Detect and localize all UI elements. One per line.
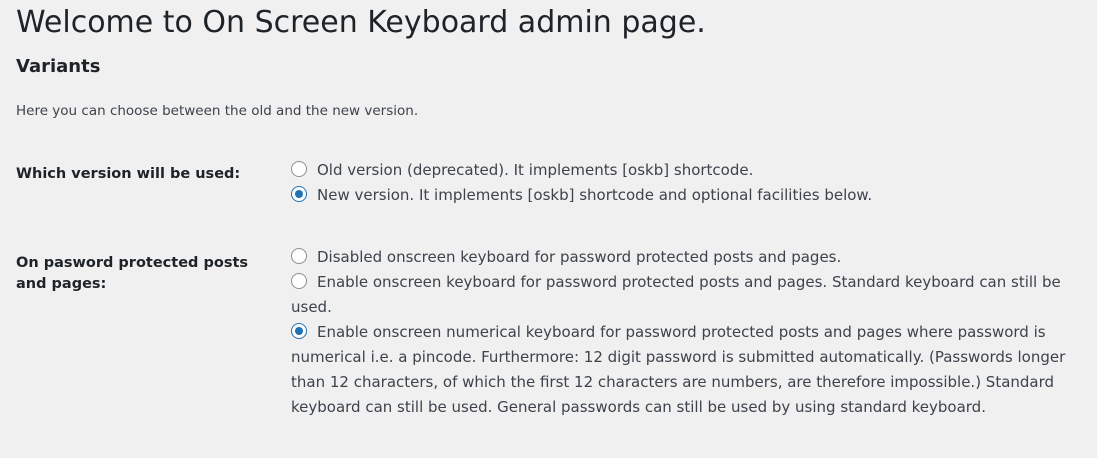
version-option-new[interactable]: New version. It implements [oskb] shortc… — [291, 183, 1091, 208]
password-numerical-label: Enable onscreen numerical keyboard for p… — [291, 323, 1066, 416]
version-old-radio[interactable] — [291, 161, 307, 177]
password-label-line1: On pasword protected posts — [16, 255, 249, 271]
password-option-numerical[interactable]: Enable onscreen numerical keyboard for p… — [291, 320, 1091, 420]
version-option-old[interactable]: Old version (deprecated). It implements … — [291, 158, 1091, 183]
password-numerical-radio[interactable] — [291, 323, 307, 339]
version-new-radio[interactable] — [291, 186, 307, 202]
password-option-enable[interactable]: Enable onscreen keyboard for password pr… — [291, 270, 1091, 320]
password-label-line2: and pages: — [16, 276, 107, 292]
version-setting-label: Which version will be used: — [16, 166, 241, 182]
section-description: Here you can choose between the old and … — [16, 103, 419, 119]
version-old-label: Old version (deprecated). It implements … — [317, 161, 754, 179]
password-enable-radio[interactable] — [291, 273, 307, 289]
version-new-label: New version. It implements [oskb] shortc… — [317, 186, 873, 204]
password-disabled-radio[interactable] — [291, 248, 307, 264]
password-setting-label: On pasword protected posts and pages: — [16, 253, 266, 295]
admin-page: Welcome to On Screen Keyboard admin page… — [0, 0, 1097, 458]
page-title: Welcome to On Screen Keyboard admin page… — [16, 5, 706, 40]
password-options: Disabled onscreen keyboard for password … — [291, 245, 1091, 420]
password-option-disabled[interactable]: Disabled onscreen keyboard for password … — [291, 245, 1091, 270]
password-enable-label: Enable onscreen keyboard for password pr… — [291, 273, 1061, 316]
version-options: Old version (deprecated). It implements … — [291, 158, 1091, 208]
section-title: Variants — [16, 56, 101, 77]
password-disabled-label: Disabled onscreen keyboard for password … — [317, 248, 842, 266]
